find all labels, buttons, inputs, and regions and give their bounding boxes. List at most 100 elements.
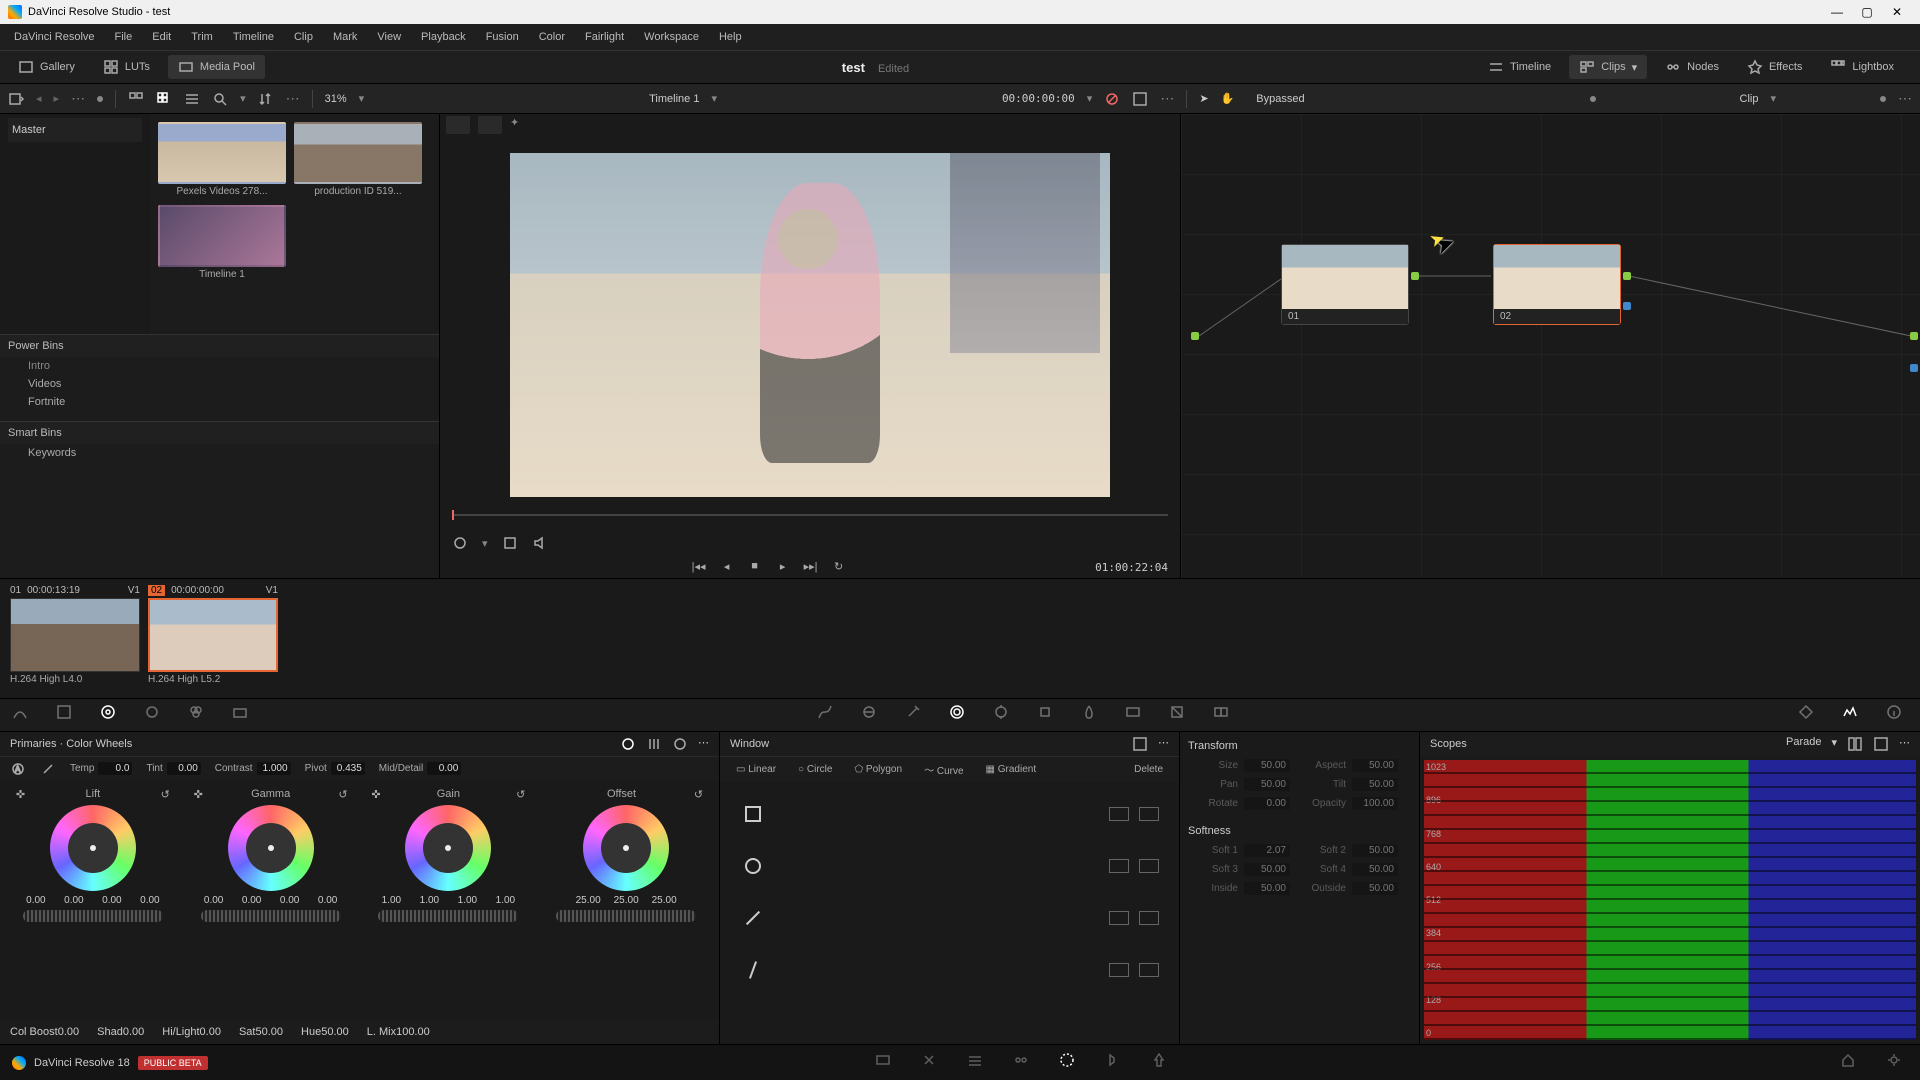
- shape-gradient[interactable]: ▦ Gradient: [978, 762, 1045, 777]
- window-more[interactable]: ⋯: [1158, 736, 1169, 752]
- opacity-value[interactable]: 100.00: [1352, 797, 1398, 810]
- soft1-value[interactable]: 2.07: [1244, 844, 1290, 857]
- rotate-value[interactable]: 0.00: [1244, 797, 1290, 810]
- key-icon[interactable]: [1125, 704, 1147, 726]
- timeline-name[interactable]: Timeline 1: [649, 93, 699, 105]
- viewer-timecode[interactable]: 00:00:00:00: [1002, 92, 1075, 105]
- node-graph[interactable]: 01 02: [1180, 114, 1920, 578]
- maximize-button[interactable]: ▢: [1852, 5, 1882, 19]
- node-output-dot[interactable]: [1623, 272, 1631, 280]
- scopes-mode[interactable]: Parade: [1786, 736, 1821, 752]
- search-dropdown[interactable]: ▾: [240, 92, 246, 105]
- clips-button[interactable]: Clips ▾: [1569, 55, 1647, 79]
- play-button[interactable]: ▸: [774, 560, 792, 574]
- camera-raw-icon[interactable]: [232, 704, 254, 726]
- expand-icon[interactable]: [1132, 91, 1148, 107]
- menu-resolve[interactable]: DaVinci Resolve: [4, 31, 105, 43]
- wheels-mode-icon[interactable]: [620, 736, 636, 752]
- curves-palette-icon[interactable]: [817, 704, 839, 726]
- offset-jog[interactable]: [556, 910, 696, 922]
- magic-mask-icon[interactable]: [1037, 704, 1059, 726]
- node-02[interactable]: 02: [1493, 244, 1621, 325]
- lmix-value[interactable]: 100.00: [396, 1026, 430, 1038]
- shape-row[interactable]: [786, 852, 1171, 880]
- blur-icon[interactable]: [1081, 704, 1103, 726]
- rect-shape-button[interactable]: [739, 800, 767, 828]
- prev-frame-button[interactable]: ◂: [718, 560, 736, 574]
- viewer-mode-1[interactable]: [446, 116, 470, 134]
- colboost-value[interactable]: 0.00: [58, 1026, 79, 1038]
- timeline-thumb[interactable]: Timeline 1: [158, 205, 286, 280]
- timeline-clip[interactable]: 0100:00:13:19V1 H.264 High L4.0: [10, 585, 140, 692]
- media-pool-button[interactable]: Media Pool: [168, 55, 265, 79]
- info-icon[interactable]: [1886, 704, 1908, 726]
- minimize-button[interactable]: —: [1822, 5, 1852, 19]
- shad-value[interactable]: 0.00: [123, 1026, 144, 1038]
- viewer-wand[interactable]: ✦: [510, 116, 534, 134]
- reset-icon[interactable]: ↺: [516, 788, 525, 801]
- bypass-icon[interactable]: [1104, 91, 1120, 107]
- hdr-icon[interactable]: [144, 704, 166, 726]
- clip-thumb[interactable]: Pexels Videos 278...: [158, 122, 286, 197]
- loop-mode-icon[interactable]: [452, 535, 468, 551]
- loop-button[interactable]: ↻: [830, 560, 848, 574]
- shape-circle[interactable]: ○ Circle: [790, 762, 840, 777]
- deliver-page-icon[interactable]: [1151, 1052, 1173, 1074]
- reset-icon[interactable]: ↺: [338, 788, 347, 801]
- scope-expand-icon[interactable]: [1873, 736, 1889, 752]
- hue-value[interactable]: 50.00: [321, 1026, 349, 1038]
- scopes-more[interactable]: ⋯: [1899, 736, 1910, 752]
- circle-shape-button[interactable]: [739, 852, 767, 880]
- zoom-dropdown[interactable]: ▾: [359, 92, 365, 105]
- menu-file[interactable]: File: [105, 31, 143, 43]
- delete-button[interactable]: Delete: [1126, 762, 1171, 777]
- inside-value[interactable]: 50.00: [1244, 882, 1290, 895]
- menu-timeline[interactable]: Timeline: [223, 31, 284, 43]
- aspect-value[interactable]: 50.00: [1352, 759, 1398, 772]
- menu-help[interactable]: Help: [709, 31, 752, 43]
- soft2-value[interactable]: 50.00: [1352, 844, 1398, 857]
- powerbin-item[interactable]: Intro: [0, 357, 439, 375]
- gain-jog[interactable]: [378, 910, 518, 922]
- tc-dropdown[interactable]: ▾: [1087, 92, 1093, 105]
- shape-row[interactable]: [786, 800, 1171, 828]
- warper-icon[interactable]: [861, 704, 883, 726]
- outside-value[interactable]: 50.00: [1352, 882, 1398, 895]
- list-view-icon[interactable]: [184, 91, 200, 107]
- node-output-dot[interactable]: [1411, 272, 1419, 280]
- next-frame-button[interactable]: ▸▸|: [802, 560, 820, 574]
- power-bins-header[interactable]: Power Bins: [0, 334, 439, 357]
- rgb-mixer-icon[interactable]: [188, 704, 210, 726]
- node-01[interactable]: 01: [1281, 244, 1409, 325]
- picker-icon[interactable]: [905, 704, 927, 726]
- soft3-value[interactable]: 50.00: [1244, 863, 1290, 876]
- curves-tool-icon[interactable]: [12, 704, 34, 726]
- pivot-value[interactable]: 0.435: [331, 762, 365, 775]
- lift-jog[interactable]: [23, 910, 163, 922]
- pointer-tool[interactable]: ➤: [1199, 92, 1208, 105]
- hand-tool[interactable]: ✋: [1221, 92, 1235, 105]
- contrast-value[interactable]: 1.000: [257, 762, 291, 775]
- menu-playback[interactable]: Playback: [411, 31, 476, 43]
- menu-edit[interactable]: Edit: [142, 31, 181, 43]
- node-input-dot[interactable]: [1191, 332, 1199, 340]
- clip-dropdown[interactable]: ▾: [1770, 92, 1776, 105]
- master-bin[interactable]: Master: [8, 118, 142, 142]
- window-tool-icon[interactable]: [949, 704, 971, 726]
- pan-value[interactable]: 50.00: [1244, 778, 1290, 791]
- fusion-page-icon[interactable]: [1013, 1052, 1035, 1074]
- sizing-icon[interactable]: [1169, 704, 1191, 726]
- luts-button[interactable]: LUTs: [93, 55, 160, 79]
- scope-layout-icon[interactable]: [1847, 736, 1863, 752]
- loop-dropdown[interactable]: ▾: [482, 537, 488, 550]
- reset-icon[interactable]: ↺: [161, 788, 170, 801]
- settings-icon[interactable]: [1886, 1052, 1908, 1074]
- edit-page-icon[interactable]: [967, 1052, 989, 1074]
- zoom-level[interactable]: 31%: [325, 93, 347, 105]
- smart-bins-header[interactable]: Smart Bins: [0, 421, 439, 444]
- auto-balance-icon[interactable]: A: [10, 761, 26, 777]
- reset-icon[interactable]: ↺: [694, 788, 703, 801]
- audio-icon[interactable]: [532, 535, 548, 551]
- shape-polygon[interactable]: ⬠ Polygon: [846, 762, 910, 777]
- soft4-value[interactable]: 50.00: [1352, 863, 1398, 876]
